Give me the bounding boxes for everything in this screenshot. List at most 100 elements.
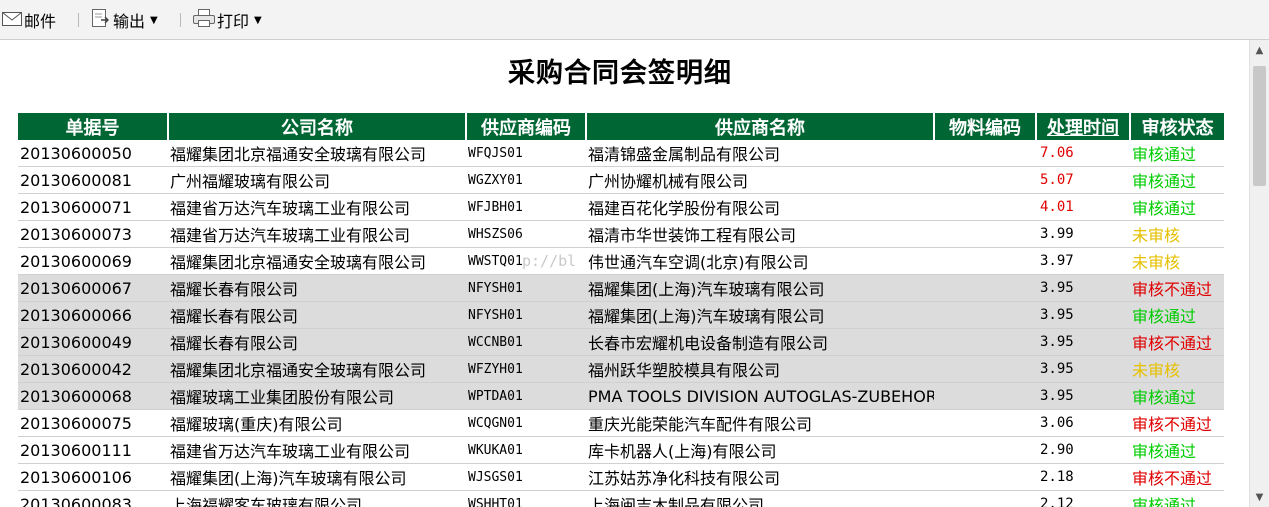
cell-company: 福建省万达汽车玻璃工业有限公司	[168, 220, 466, 248]
cell-doc-no: 20130600069	[18, 247, 168, 275]
cell-review-status: 审核不通过	[1130, 463, 1224, 491]
cell-company: 广州福耀玻璃有限公司	[168, 166, 466, 194]
cell-company: 福耀集团北京福通安全玻璃有限公司	[168, 140, 466, 167]
cell-supplier-name: 福耀集团(上海)汽车玻璃有限公司	[586, 301, 934, 329]
cell-doc-no: 20130600111	[18, 436, 168, 464]
cell-supplier-code: NFYSH01	[466, 274, 586, 302]
cell-doc-no: 20130600083	[18, 490, 168, 507]
cell-review-status: 审核不通过	[1130, 409, 1224, 437]
cell-supplier-name: 库卡机器人(上海)有限公司	[586, 436, 934, 464]
table-row[interactable]: 20130600106 福耀集团(上海)汽车玻璃有限公司 WJSGS01 江苏姑苏净化…	[18, 463, 1224, 491]
cell-process-time: 2.18	[1036, 463, 1130, 491]
print-label: 打印	[217, 12, 250, 31]
cell-supplier-name: 江苏姑苏净化科技有限公司	[586, 463, 934, 491]
cell-review-status: 审核通过	[1130, 301, 1224, 329]
cell-process-time: 2.90	[1036, 436, 1130, 464]
cell-supplier-name: 福建百花化学股份有限公司	[586, 193, 934, 221]
cell-material-code	[934, 166, 1036, 194]
cell-process-time: 3.95	[1036, 274, 1130, 302]
table-row[interactable]: 20130600071 福建省万达汽车玻璃工业有限公司 WFJBH01 福建百花化学股…	[18, 193, 1224, 221]
toolbar-divider	[78, 13, 79, 27]
cell-company: 福耀集团北京福通安全玻璃有限公司	[168, 247, 466, 275]
printer-icon	[193, 9, 215, 31]
table-row[interactable]: 20130600083 上海福耀客车玻璃有限公司 WSHHT01 上海闽吉木制品有限公…	[18, 490, 1224, 507]
scroll-up-arrow-icon[interactable]: ▲	[1250, 42, 1269, 60]
table-row[interactable]: 20130600073 福建省万达汽车玻璃工业有限公司 WHSZS06 福清市华世装饰…	[18, 220, 1224, 248]
page-title: 采购合同会签明细	[508, 58, 732, 89]
cell-process-time: 3.06	[1036, 409, 1130, 437]
cell-process-time: 3.95	[1036, 328, 1130, 356]
cell-supplier-code: WHSZS06	[466, 220, 586, 248]
export-button[interactable]: 输出 ▼	[91, 8, 158, 32]
cell-process-time: 7.06	[1036, 140, 1130, 167]
cell-doc-no: 20130600050	[18, 140, 168, 167]
mail-button[interactable]: 邮件	[2, 8, 56, 32]
cell-material-code	[934, 193, 1036, 221]
cell-process-time: 4.01	[1036, 193, 1130, 221]
column-header-material-code[interactable]: 物料编码	[934, 113, 1037, 140]
cell-supplier-code: NFYSH01	[466, 301, 586, 329]
cell-material-code	[934, 436, 1036, 464]
cell-material-code	[934, 247, 1036, 275]
column-header-doc-no[interactable]: 单据号	[18, 113, 169, 140]
cell-company: 福耀长春有限公司	[168, 328, 466, 356]
cell-supplier-name: 长春市宏耀机电设备制造有限公司	[586, 328, 934, 356]
scroll-thumb[interactable]	[1253, 66, 1266, 186]
chevron-down-icon: ▼	[254, 14, 262, 26]
table-row[interactable]: 20130600066 福耀长春有限公司 NFYSH01 福耀集团(上海)汽车玻璃有限…	[18, 301, 1224, 329]
cell-company: 福耀集团北京福通安全玻璃有限公司	[168, 355, 466, 383]
cell-process-time: 3.97	[1036, 247, 1130, 275]
cell-supplier-name: 重庆光能荣能汽车配件有限公司	[586, 409, 934, 437]
column-header-supplier-name[interactable]: 供应商名称	[586, 113, 935, 140]
table-row[interactable]: 20130600069 福耀集团北京福通安全玻璃有限公司 WWSTQ01 伟世通汽车空…	[18, 247, 1224, 275]
cell-review-status: 未审核	[1130, 247, 1224, 275]
cell-review-status: 未审核	[1130, 355, 1224, 383]
cell-material-code	[934, 490, 1036, 507]
table-body: 20130600050 福耀集团北京福通安全玻璃有限公司 WFQJS01 福清锦盛金属…	[18, 140, 1224, 507]
cell-material-code	[934, 355, 1036, 383]
table-row[interactable]: 20130600111 福建省万达汽车玻璃工业有限公司 WKUKA01 库卡机器人(上…	[18, 436, 1224, 464]
cell-company: 福耀长春有限公司	[168, 301, 466, 329]
cell-review-status: 审核通过	[1130, 166, 1224, 194]
cell-supplier-code: WSHHT01	[466, 490, 586, 507]
cell-review-status: 审核不通过	[1130, 274, 1224, 302]
cell-supplier-name: 福耀集团(上海)汽车玻璃有限公司	[586, 274, 934, 302]
cell-process-time: 3.99	[1036, 220, 1130, 248]
table-header-row: 单据号 公司名称 供应商编码 供应商名称 物料编码 处理时间 审核状态	[18, 113, 1224, 140]
cell-supplier-code: WPTDA01	[466, 382, 586, 410]
cell-supplier-code: WWSTQ01	[466, 247, 586, 275]
cell-process-time: 2.12	[1036, 490, 1130, 507]
table-row[interactable]: 20130600075 福耀玻璃(重庆)有限公司 WCQGN01 重庆光能荣能汽车配件…	[18, 409, 1224, 437]
cell-review-status: 审核不通过	[1130, 328, 1224, 356]
cell-review-status: 审核通过	[1130, 140, 1224, 167]
cell-doc-no: 20130600049	[18, 328, 168, 356]
cell-supplier-code: WCQGN01	[466, 409, 586, 437]
cell-review-status: 未审核	[1130, 220, 1224, 248]
cell-supplier-code: WJSGS01	[466, 463, 586, 491]
table-row[interactable]: 20130600050 福耀集团北京福通安全玻璃有限公司 WFQJS01 福清锦盛金属…	[18, 140, 1224, 167]
cell-doc-no: 20130600066	[18, 301, 168, 329]
vertical-scrollbar[interactable]: ▲ ▼	[1249, 40, 1269, 507]
cell-material-code	[934, 220, 1036, 248]
column-header-review-status[interactable]: 审核状态	[1130, 113, 1224, 140]
cell-supplier-name: 上海闽吉木制品有限公司	[586, 490, 934, 507]
cell-doc-no: 20130600106	[18, 463, 168, 491]
table-row[interactable]: 20130600042 福耀集团北京福通安全玻璃有限公司 WFZYH01 福州跃华塑胶…	[18, 355, 1224, 383]
column-header-process-time[interactable]: 处理时间	[1036, 113, 1131, 140]
cell-review-status: 审核通过	[1130, 436, 1224, 464]
scroll-down-arrow-icon[interactable]: ▼	[1250, 489, 1269, 507]
column-header-supplier-code[interactable]: 供应商编码	[466, 113, 587, 140]
column-header-company[interactable]: 公司名称	[168, 113, 467, 140]
export-label: 输出	[113, 12, 146, 31]
cell-company: 福耀玻璃工业集团股份有限公司	[168, 382, 466, 410]
cell-review-status: 审核通过	[1130, 490, 1224, 507]
table-row[interactable]: 20130600081 广州福耀玻璃有限公司 WGZXY01 广州协耀机械有限公司 5.…	[18, 166, 1224, 194]
table-row[interactable]: 20130600067 福耀长春有限公司 NFYSH01 福耀集团(上海)汽车玻璃有限…	[18, 274, 1224, 302]
table-row[interactable]: 20130600068 福耀玻璃工业集团股份有限公司 WPTDA01 PMA TOOL…	[18, 382, 1224, 410]
cell-company: 福耀长春有限公司	[168, 274, 466, 302]
cell-doc-no: 20130600073	[18, 220, 168, 248]
table-row[interactable]: 20130600049 福耀长春有限公司 WCCNB01 长春市宏耀机电设备制造有限公…	[18, 328, 1224, 356]
cell-material-code	[934, 328, 1036, 356]
print-button[interactable]: 打印 ▼	[193, 8, 262, 32]
cell-material-code	[934, 274, 1036, 302]
